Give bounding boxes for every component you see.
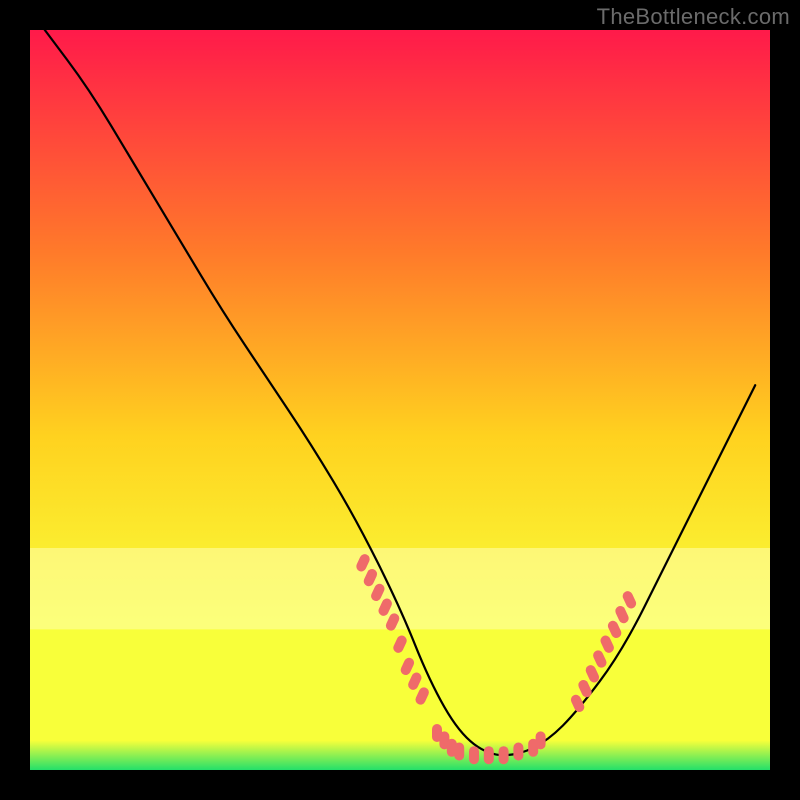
bottleneck-chart: [0, 0, 800, 800]
curve-marker: [469, 746, 479, 764]
watermark-text: TheBottleneck.com: [597, 4, 790, 30]
curve-marker: [454, 743, 464, 761]
curve-marker: [513, 743, 523, 761]
curve-marker: [499, 746, 509, 764]
curve-marker: [484, 746, 494, 764]
plot-area: [30, 30, 770, 770]
chart-frame: TheBottleneck.com: [0, 0, 800, 800]
curve-marker: [536, 731, 546, 749]
pale-band: [30, 548, 770, 629]
